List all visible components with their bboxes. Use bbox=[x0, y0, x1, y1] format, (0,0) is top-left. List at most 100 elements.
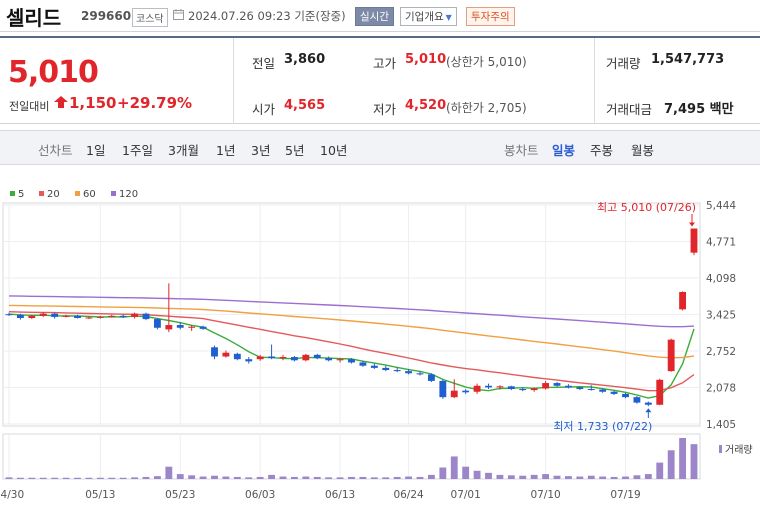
candle-body bbox=[245, 359, 253, 362]
volume-bar bbox=[519, 475, 527, 479]
candle-body bbox=[119, 315, 127, 317]
volume-bar bbox=[96, 477, 104, 479]
high-annotation: 최고 5,010 (07/26) bbox=[597, 201, 696, 214]
volume-bar bbox=[279, 476, 287, 479]
candle-body bbox=[290, 357, 298, 361]
volume-bar bbox=[530, 474, 538, 479]
period-5y[interactable]: 5년 bbox=[285, 140, 304, 159]
volume-bar bbox=[462, 466, 470, 479]
x-tick-label: 05/23 bbox=[165, 489, 195, 501]
candle-body bbox=[96, 316, 104, 318]
candle-body bbox=[359, 362, 367, 366]
volume-bar bbox=[245, 477, 253, 479]
upper-limit: (상한가 5,010) bbox=[446, 55, 527, 69]
line-chart-label: 선차트 bbox=[38, 143, 73, 158]
volume-bar bbox=[108, 477, 116, 479]
candle-body bbox=[610, 391, 618, 394]
company-overview-button[interactable]: 기업개요 ▼ bbox=[400, 7, 457, 26]
volume-bar bbox=[485, 472, 492, 479]
candle-body bbox=[370, 365, 378, 368]
high-annotation-arrowhead bbox=[689, 222, 695, 227]
candle-body bbox=[199, 326, 207, 329]
candle-weekly[interactable]: 주봉 bbox=[590, 140, 613, 159]
volume-bar bbox=[222, 476, 230, 479]
volume-bar bbox=[348, 476, 355, 479]
volume-bar bbox=[542, 474, 550, 479]
candle-body bbox=[256, 356, 264, 360]
volume-bar bbox=[439, 467, 447, 479]
ma-line-120 bbox=[8, 295, 695, 328]
volume-bar bbox=[85, 477, 93, 479]
realtime-button[interactable]: 실시간 bbox=[355, 7, 394, 26]
period-3m[interactable]: 3개월 bbox=[168, 140, 199, 159]
x-tick-label: 04/30 bbox=[0, 489, 24, 501]
open-label: 시가 bbox=[252, 102, 276, 117]
candle-body bbox=[279, 357, 287, 359]
legend-swatch-5 bbox=[10, 191, 15, 196]
candle-body bbox=[348, 359, 355, 363]
legend-label-20: 20 bbox=[47, 189, 60, 200]
volume-bar bbox=[690, 444, 698, 479]
volume-bar bbox=[553, 475, 561, 479]
volume-label: 거래량 bbox=[606, 56, 641, 71]
period-1w[interactable]: 1주일 bbox=[122, 140, 153, 159]
candle-body bbox=[233, 353, 241, 360]
volume-bar bbox=[62, 477, 70, 479]
candle-body bbox=[587, 389, 595, 391]
y-tick-label: 5,444 bbox=[706, 200, 736, 212]
volume-bar bbox=[5, 477, 13, 479]
low-label: 저가 bbox=[373, 102, 397, 117]
candle-body bbox=[405, 371, 413, 374]
volume-bar bbox=[199, 476, 207, 479]
candle-daily[interactable]: 일봉 bbox=[552, 140, 575, 159]
x-tick-label: 06/24 bbox=[393, 489, 424, 501]
volume-bar bbox=[564, 476, 572, 479]
candle-body bbox=[39, 313, 47, 316]
volume-bar bbox=[325, 477, 333, 479]
x-tick-label: 06/03 bbox=[245, 489, 275, 501]
volume-bar bbox=[587, 475, 595, 479]
period-10y[interactable]: 10년 bbox=[320, 140, 347, 159]
up-arrow-icon bbox=[54, 96, 68, 108]
candle-body bbox=[382, 367, 390, 371]
volume-bar bbox=[610, 476, 618, 479]
candle-body bbox=[485, 385, 492, 388]
candle-body bbox=[5, 314, 13, 316]
volume-bar bbox=[165, 466, 173, 479]
y-tick-label: 3,425 bbox=[706, 309, 736, 321]
stock-chart[interactable]: 5 20 60 120 5,444 4,771 4,098 3,425 2,752 2,078 1,… bbox=[0, 166, 760, 510]
volume-bar bbox=[233, 476, 241, 479]
y-tick-label: 1,405 bbox=[706, 419, 736, 431]
legend-swatch-20 bbox=[39, 191, 44, 196]
volume-value: 1,547,773 bbox=[651, 52, 725, 67]
period-3y[interactable]: 3년 bbox=[251, 140, 270, 159]
candle-body bbox=[51, 313, 59, 317]
candle-body bbox=[690, 228, 698, 253]
candle-body bbox=[268, 356, 276, 359]
volume-bar bbox=[405, 476, 413, 479]
volume-bar bbox=[496, 474, 504, 479]
candle-body bbox=[507, 386, 515, 390]
change-value: 1,150 bbox=[69, 94, 117, 112]
volume-bar bbox=[153, 476, 161, 479]
period-1d[interactable]: 1일 bbox=[86, 140, 105, 159]
period-selector: 선차트 1일 1주일 3개월 1년 3년 5년 10년 봉차트 일봉 주봉 월봉 bbox=[0, 130, 760, 165]
low-value: 4,520 bbox=[405, 98, 447, 113]
candle-body bbox=[153, 319, 161, 328]
divider bbox=[233, 38, 234, 124]
volume-bar bbox=[256, 476, 264, 479]
candle-monthly[interactable]: 월봉 bbox=[631, 140, 654, 159]
candle-body bbox=[439, 380, 447, 398]
low-annotation-arrowhead bbox=[645, 408, 652, 413]
volume-bar bbox=[302, 476, 310, 479]
volume-bar bbox=[416, 476, 424, 479]
volume-bar bbox=[370, 477, 378, 479]
period-1y[interactable]: 1년 bbox=[216, 140, 235, 159]
legend-swatch-120 bbox=[111, 191, 116, 196]
candle-body bbox=[188, 326, 196, 328]
candle-body bbox=[576, 387, 584, 390]
volume-bar bbox=[290, 476, 298, 479]
stock-name: 셀리드 bbox=[6, 6, 62, 30]
volume-bar bbox=[473, 470, 481, 479]
x-tick-label: 07/10 bbox=[530, 489, 560, 501]
